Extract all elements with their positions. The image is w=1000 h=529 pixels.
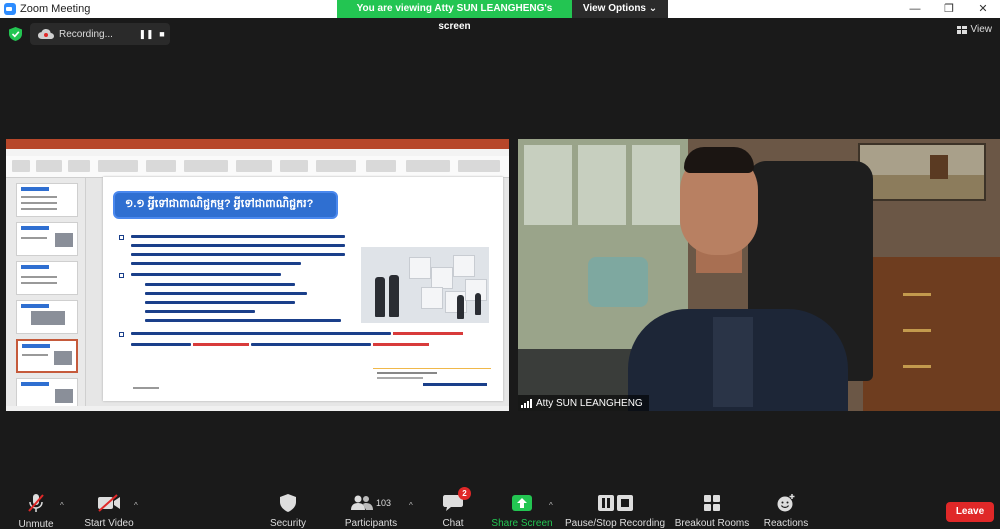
slide-text-line (131, 244, 345, 247)
cloud-recording-icon (38, 29, 54, 39)
slide-highlight-text (193, 343, 249, 346)
slide-thumbnail[interactable] (16, 261, 78, 295)
slide-text-line (251, 343, 371, 346)
participant-name-tag: Atty SUN LEANGHENG (518, 395, 649, 411)
shared-screen[interactable]: ១.១ អ្វីទៅជាពាណិជ្ជកម្ម? អ្វីទៅជាពាណិជ្ជ… (6, 139, 509, 411)
signal-strength-icon (521, 398, 532, 408)
viewing-screen-text: You are viewing Atty SUN LEANGHENG's scr… (337, 0, 572, 32)
powerpoint-ribbon-tabs (6, 149, 509, 156)
security-shield-icon[interactable] (9, 27, 22, 41)
pause-icon (597, 494, 614, 511)
wooden-cabinet (863, 257, 1000, 411)
video-options-caret[interactable]: ^ (134, 501, 138, 510)
wall-painting (858, 143, 986, 201)
reactions-label: Reactions (763, 518, 809, 529)
security-button[interactable]: Security (264, 481, 312, 529)
zoom-meeting-window: Zoom Meeting — ❐ ✕ You are viewing Atty … (0, 0, 1000, 529)
slide-text-line (145, 292, 307, 295)
background-chair (588, 257, 648, 307)
chat-label: Chat (442, 518, 464, 529)
security-label: Security (269, 518, 307, 529)
participants-count: 103 (375, 497, 392, 508)
start-video-button[interactable]: Start Video (80, 481, 138, 529)
chat-unread-badge: 2 (458, 487, 471, 500)
slide-heading: ១.១ អ្វីទៅជាពាណិជ្ជកម្ម? អ្វីទៅជាពាណិជ្ជ… (113, 191, 338, 219)
gallery-view-icon (956, 25, 967, 34)
reactions-smiley-icon (777, 493, 795, 511)
slide-text-line (131, 343, 191, 346)
participant-video[interactable]: Atty SUN LEANGHENG (518, 139, 1000, 411)
unmute-label: Unmute (18, 519, 54, 529)
breakout-rooms-icon (704, 494, 720, 511)
slide-text-line (131, 235, 345, 238)
meeting-toolbar: Unmute ^ Start Video ^ Security 103 Part… (0, 481, 1000, 529)
stop-icon (616, 494, 633, 511)
business-people-image (361, 247, 489, 323)
slide-footer-logo (373, 368, 491, 388)
participant-name: Atty SUN LEANGHENG (536, 397, 643, 409)
slide-thumbnail-active[interactable] (16, 339, 78, 373)
slide-text-line (145, 283, 295, 286)
recording-label: Recording... (59, 28, 113, 40)
share-screen-label: Share Screen (491, 518, 553, 529)
pause-recording-button[interactable]: ❚❚ (138, 29, 154, 40)
powerpoint-ribbon (6, 156, 509, 178)
slide-highlight-text (393, 332, 463, 335)
start-video-label: Start Video (84, 518, 134, 529)
reactions-button[interactable]: Reactions (760, 481, 812, 529)
breakout-rooms-label: Breakout Rooms (674, 518, 750, 529)
recording-indicator: Recording... ❚❚ ■ (30, 23, 170, 45)
window-title: Zoom Meeting (20, 3, 91, 15)
muted-microphone-icon (28, 494, 44, 512)
slide-text-line (131, 253, 345, 256)
minimize-icon[interactable]: — (898, 0, 932, 18)
leave-button[interactable]: Leave (946, 502, 994, 522)
close-icon[interactable]: ✕ (966, 0, 1000, 18)
slide-text-line (131, 262, 301, 265)
slide-bullet (119, 273, 124, 278)
participants-button[interactable]: 103 Participants (340, 481, 402, 529)
window-controls: — ❐ ✕ (898, 0, 1000, 18)
slide-date (133, 387, 159, 389)
pause-stop-recording-button[interactable]: Pause/Stop Recording (564, 481, 666, 529)
security-shield-icon (280, 493, 296, 512)
slide-text-line (145, 310, 255, 313)
powerpoint-status-bar (6, 406, 509, 411)
share-options-caret[interactable]: ^ (549, 501, 553, 510)
participants-icon (350, 495, 373, 510)
viewing-banner: You are viewing Atty SUN LEANGHENG's scr… (337, 0, 668, 32)
powerpoint-title-bar (6, 139, 509, 149)
breakout-rooms-button[interactable]: Breakout Rooms (674, 481, 750, 529)
share-screen-icon (512, 494, 532, 511)
slide-bullet (119, 332, 124, 337)
view-button[interactable]: View (956, 24, 993, 35)
current-slide: ១.១ អ្វីទៅជាពាណិជ្ជកម្ម? អ្វីទៅជាពាណិជ្ជ… (103, 177, 503, 401)
slide-text-line (145, 319, 341, 322)
slide-text-line (131, 332, 391, 335)
speaker-shirt (713, 317, 753, 407)
slide-highlight-text (373, 343, 429, 346)
pause-stop-recording-label: Pause/Stop Recording (564, 518, 666, 529)
slide-thumbnails-panel (6, 178, 86, 411)
slide-thumbnail[interactable] (16, 183, 78, 217)
chat-button[interactable]: 2 Chat (430, 481, 476, 529)
speaker-hair (684, 147, 754, 173)
audio-options-caret[interactable]: ^ (60, 501, 64, 510)
unmute-button[interactable]: Unmute (12, 481, 60, 529)
slide-text-line (145, 301, 295, 304)
view-label: View (970, 24, 993, 35)
participants-label: Participants (344, 518, 398, 529)
video-off-icon (98, 493, 120, 512)
share-screen-button[interactable]: Share Screen (490, 481, 554, 529)
participants-options-caret[interactable]: ^ (409, 501, 413, 510)
slide-bullet (119, 235, 124, 240)
slide-thumbnail[interactable] (16, 222, 78, 256)
stop-recording-button[interactable]: ■ (154, 29, 170, 39)
zoom-logo-icon (4, 3, 16, 15)
slide-thumbnail[interactable] (16, 300, 78, 334)
restore-icon[interactable]: ❐ (932, 0, 966, 18)
view-options-button[interactable]: View Options ⌄ (572, 0, 668, 18)
slide-text-line (131, 273, 281, 276)
